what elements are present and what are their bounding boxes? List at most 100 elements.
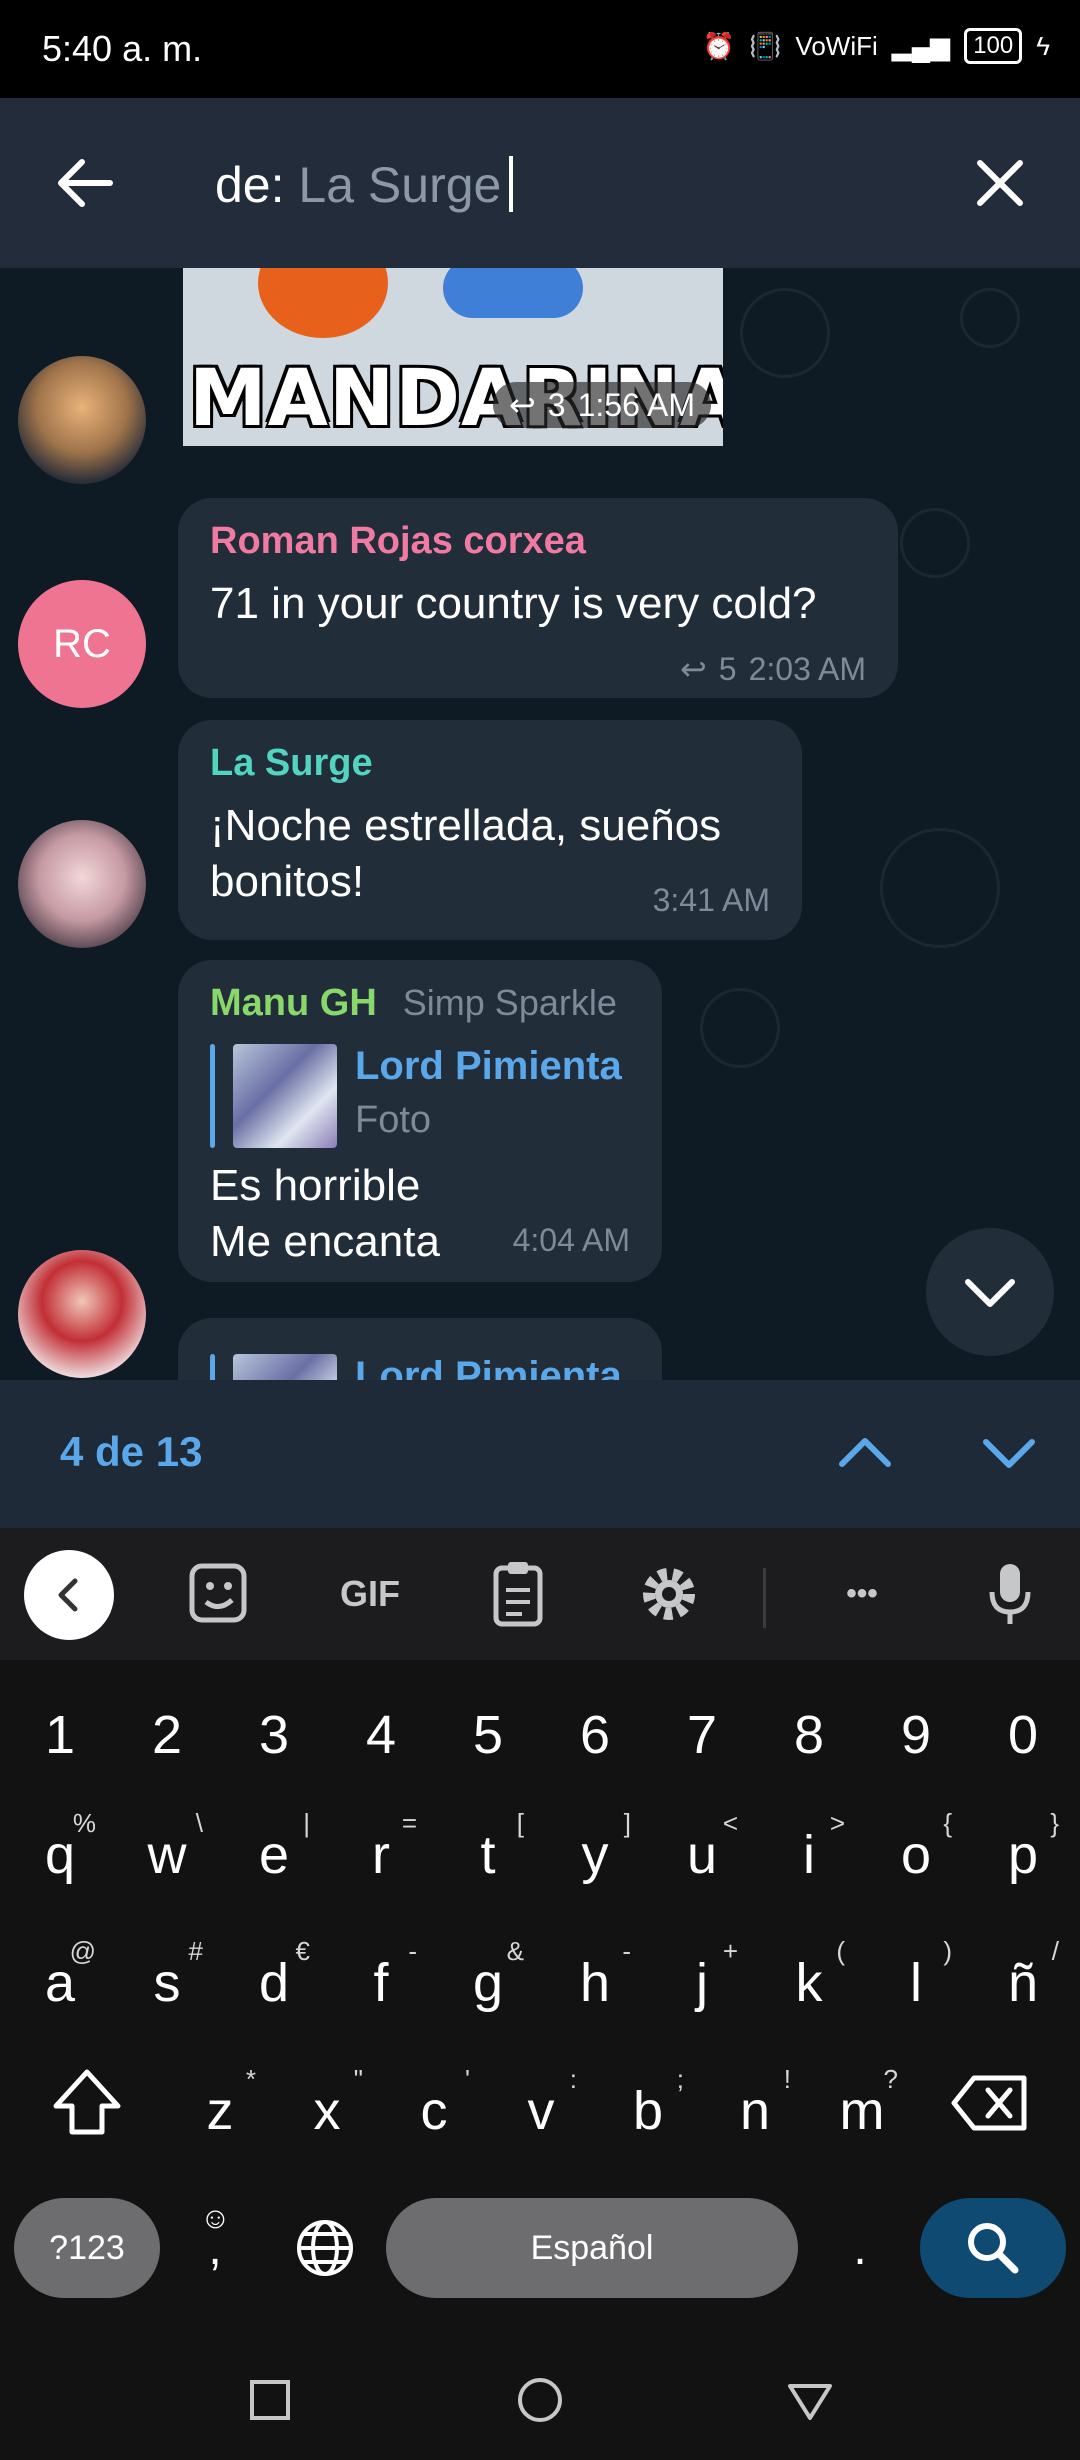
sticker-icon[interactable] bbox=[186, 1558, 252, 1630]
gif-button[interactable]: GIF bbox=[330, 1558, 410, 1630]
search-action-key[interactable] bbox=[920, 2198, 1066, 2298]
clipboard-icon[interactable] bbox=[488, 1558, 548, 1630]
symbols-key[interactable]: ?123 bbox=[14, 2198, 160, 2298]
key-hint: / bbox=[1051, 1936, 1059, 1966]
key[interactable]: 1 bbox=[12, 1680, 108, 1790]
tangerine-image bbox=[258, 268, 388, 338]
key[interactable]: i > bbox=[761, 1800, 857, 1910]
key-hint: " bbox=[353, 2064, 363, 2094]
key[interactable]: 3 bbox=[226, 1680, 322, 1790]
key[interactable]: 5 bbox=[440, 1680, 536, 1790]
key[interactable]: 4 bbox=[333, 1680, 429, 1790]
message-bubble[interactable]: La Surge ¡Noche estrellada, sueños bonit… bbox=[178, 720, 802, 940]
scroll-to-bottom-button[interactable] bbox=[926, 1228, 1054, 1356]
globe-icon[interactable] bbox=[290, 2208, 360, 2288]
key-hint: = bbox=[401, 1808, 417, 1838]
backspace-key-icon[interactable] bbox=[946, 2060, 1036, 2146]
period-key[interactable]: . bbox=[820, 2198, 900, 2298]
back-icon[interactable] bbox=[780, 2370, 840, 2430]
key[interactable]: 2 bbox=[119, 1680, 215, 1790]
message-bubble[interactable]: Lord Pimienta bbox=[178, 1318, 662, 1380]
key[interactable]: o{ bbox=[868, 1800, 964, 1910]
gear-icon[interactable] bbox=[636, 1558, 702, 1630]
back-arrow-icon[interactable] bbox=[50, 148, 120, 218]
sender-title: Simp Sparkle bbox=[402, 982, 617, 1023]
key[interactable]: k( bbox=[761, 1928, 857, 2038]
key[interactable]: p} bbox=[975, 1800, 1071, 1910]
sender-name[interactable]: Manu GH bbox=[210, 982, 377, 1025]
key-label: 2 bbox=[151, 1705, 183, 1765]
recents-icon[interactable] bbox=[240, 2370, 300, 2430]
comma-key[interactable]: , ☺ bbox=[180, 2198, 250, 2298]
close-icon[interactable] bbox=[970, 153, 1030, 213]
key[interactable]: ñ / bbox=[975, 1928, 1071, 2038]
key-hint: # bbox=[188, 1936, 203, 1966]
key[interactable]: x " bbox=[279, 2056, 375, 2166]
key[interactable]: a @ bbox=[12, 1928, 108, 2038]
message-bubble[interactable]: Manu GH Simp Sparkle Lord Pimienta Foto … bbox=[178, 960, 662, 1282]
reply-quote[interactable]: Lord Pimienta Foto bbox=[210, 1044, 622, 1148]
key-hint: @ bbox=[69, 1936, 96, 1966]
keyboard-collapse-button[interactable] bbox=[24, 1550, 114, 1640]
key-label: o bbox=[900, 1825, 932, 1885]
next-result-icon[interactable] bbox=[976, 1420, 1042, 1486]
key[interactable]: 7 bbox=[654, 1680, 750, 1790]
avatar-manu[interactable] bbox=[18, 1250, 146, 1378]
key[interactable]: j + bbox=[654, 1928, 750, 2038]
result-counter[interactable]: 4 de 13 bbox=[60, 1428, 202, 1476]
key[interactable]: r = bbox=[333, 1800, 429, 1910]
chat-area[interactable]: MANDARINA? ↩ 3 1:56 AM RC Roman Rojas co… bbox=[0, 268, 1080, 1380]
key-label: l bbox=[910, 1953, 922, 2013]
key-label: g bbox=[472, 1953, 504, 2013]
shift-key-icon[interactable] bbox=[44, 2060, 130, 2146]
quote-thumbnail bbox=[233, 1044, 337, 1148]
quote-bar bbox=[210, 1044, 215, 1148]
key[interactable]: h- bbox=[547, 1928, 643, 2038]
avatar-cowgirl[interactable] bbox=[18, 356, 146, 484]
more-options-button[interactable]: ••• bbox=[822, 1558, 902, 1630]
avatar-initials[interactable]: RC bbox=[18, 580, 146, 708]
key[interactable]: f- bbox=[333, 1928, 429, 2038]
key[interactable]: w \ bbox=[119, 1800, 215, 1910]
key[interactable]: d € bbox=[226, 1928, 322, 2038]
key[interactable]: 9 bbox=[868, 1680, 964, 1790]
message-time: 2:03 AM bbox=[748, 650, 866, 687]
key[interactable]: q% bbox=[12, 1800, 108, 1910]
space-bar[interactable]: Español bbox=[386, 2198, 798, 2298]
key[interactable]: u < bbox=[654, 1800, 750, 1910]
key-hint: < bbox=[722, 1808, 738, 1838]
key-hint: { bbox=[943, 1808, 952, 1838]
key[interactable]: z * bbox=[172, 2056, 268, 2166]
key[interactable]: c ' bbox=[386, 2056, 482, 2166]
reply-quote[interactable]: Lord Pimienta bbox=[210, 1354, 622, 1380]
message-text-line: ¡Noche estrellada, sueños bbox=[210, 801, 722, 850]
key[interactable]: g & bbox=[440, 1928, 536, 2038]
key[interactable]: v: bbox=[493, 2056, 589, 2166]
key[interactable]: l) bbox=[868, 1928, 964, 2038]
key[interactable]: 8 bbox=[761, 1680, 857, 1790]
sender-name[interactable]: Roman Rojas corxea bbox=[210, 520, 586, 563]
key[interactable]: s # bbox=[119, 1928, 215, 2038]
previous-result-icon[interactable] bbox=[832, 1420, 898, 1486]
key[interactable]: 0 bbox=[975, 1680, 1071, 1790]
message-meta: ↩ 5 2:03 AM bbox=[680, 650, 866, 688]
key[interactable]: m? bbox=[814, 2056, 910, 2166]
home-icon[interactable] bbox=[510, 2370, 570, 2430]
key[interactable]: y] bbox=[547, 1800, 643, 1910]
key-label: 1 bbox=[44, 1705, 76, 1765]
sender-name[interactable]: La Surge bbox=[210, 742, 373, 785]
avatar-la-surge[interactable] bbox=[18, 820, 146, 948]
key[interactable]: 6 bbox=[547, 1680, 643, 1790]
message-bubble[interactable]: Roman Rojas corxea 71 in your country is… bbox=[178, 498, 898, 698]
search-input[interactable]: de: La Surge bbox=[215, 156, 514, 214]
key[interactable]: b; bbox=[600, 2056, 696, 2166]
key[interactable]: e | bbox=[226, 1800, 322, 1910]
message-image[interactable]: MANDARINA? ↩ 3 1:56 AM bbox=[183, 268, 723, 446]
key[interactable]: n! bbox=[707, 2056, 803, 2166]
key-hint: ; bbox=[676, 2064, 684, 2094]
key-hint: * bbox=[245, 2064, 256, 2094]
search-query: La Surge bbox=[298, 157, 502, 213]
microphone-icon[interactable] bbox=[980, 1558, 1040, 1630]
key[interactable]: t[ bbox=[440, 1800, 536, 1910]
text-caret bbox=[509, 156, 514, 212]
